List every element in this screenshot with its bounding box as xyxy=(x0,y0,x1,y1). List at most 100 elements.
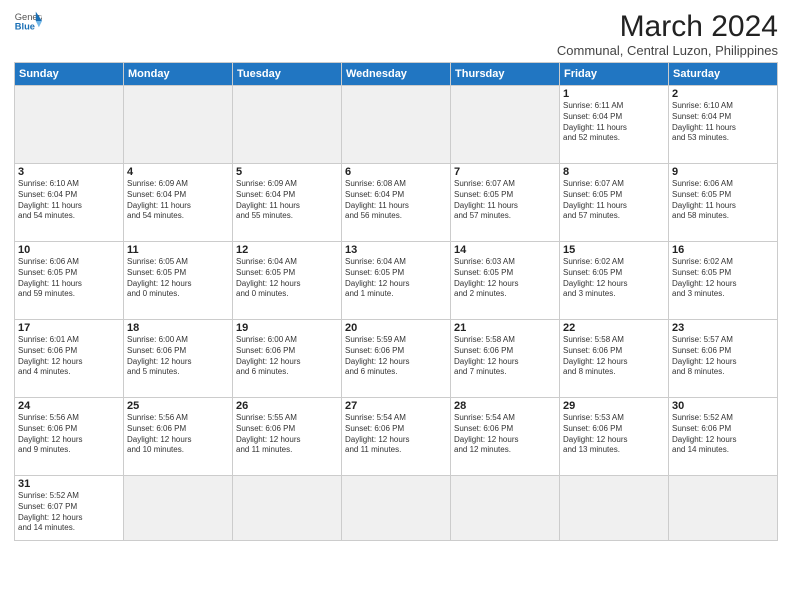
location: Communal, Central Luzon, Philippines xyxy=(557,43,778,58)
day-cell xyxy=(451,86,560,164)
header: General Blue March 2024 Communal, Centra… xyxy=(14,10,778,58)
day-info: Sunrise: 6:07 AM Sunset: 6:05 PM Dayligh… xyxy=(563,179,665,222)
calendar-table: SundayMondayTuesdayWednesdayThursdayFrid… xyxy=(14,62,778,541)
month-year: March 2024 xyxy=(557,10,778,43)
day-cell: 4Sunrise: 6:09 AM Sunset: 6:04 PM Daylig… xyxy=(124,164,233,242)
day-cell xyxy=(233,476,342,541)
day-cell: 30Sunrise: 5:52 AM Sunset: 6:06 PM Dayli… xyxy=(669,398,778,476)
generalblue-logo-icon: General Blue xyxy=(14,10,42,32)
day-cell: 7Sunrise: 6:07 AM Sunset: 6:05 PM Daylig… xyxy=(451,164,560,242)
day-cell: 19Sunrise: 6:00 AM Sunset: 6:06 PM Dayli… xyxy=(233,320,342,398)
calendar-page: General Blue March 2024 Communal, Centra… xyxy=(0,0,792,612)
day-info: Sunrise: 6:04 AM Sunset: 6:05 PM Dayligh… xyxy=(236,257,338,300)
day-cell: 14Sunrise: 6:03 AM Sunset: 6:05 PM Dayli… xyxy=(451,242,560,320)
day-info: Sunrise: 6:04 AM Sunset: 6:05 PM Dayligh… xyxy=(345,257,447,300)
day-info: Sunrise: 5:56 AM Sunset: 6:06 PM Dayligh… xyxy=(127,413,229,456)
day-info: Sunrise: 5:57 AM Sunset: 6:06 PM Dayligh… xyxy=(672,335,774,378)
day-number: 4 xyxy=(127,166,229,178)
day-number: 12 xyxy=(236,244,338,256)
day-cell xyxy=(124,476,233,541)
day-cell: 18Sunrise: 6:00 AM Sunset: 6:06 PM Dayli… xyxy=(124,320,233,398)
day-number: 15 xyxy=(563,244,665,256)
day-cell: 23Sunrise: 5:57 AM Sunset: 6:06 PM Dayli… xyxy=(669,320,778,398)
day-cell: 16Sunrise: 6:02 AM Sunset: 6:05 PM Dayli… xyxy=(669,242,778,320)
day-cell xyxy=(451,476,560,541)
day-info: Sunrise: 6:11 AM Sunset: 6:04 PM Dayligh… xyxy=(563,101,665,144)
day-info: Sunrise: 6:03 AM Sunset: 6:05 PM Dayligh… xyxy=(454,257,556,300)
day-number: 20 xyxy=(345,322,447,334)
logo: General Blue xyxy=(14,10,42,32)
day-number: 8 xyxy=(563,166,665,178)
day-cell: 3Sunrise: 6:10 AM Sunset: 6:04 PM Daylig… xyxy=(15,164,124,242)
day-info: Sunrise: 5:54 AM Sunset: 6:06 PM Dayligh… xyxy=(454,413,556,456)
day-info: Sunrise: 5:55 AM Sunset: 6:06 PM Dayligh… xyxy=(236,413,338,456)
day-number: 24 xyxy=(18,400,120,412)
day-cell xyxy=(342,86,451,164)
day-number: 13 xyxy=(345,244,447,256)
day-info: Sunrise: 6:09 AM Sunset: 6:04 PM Dayligh… xyxy=(127,179,229,222)
day-number: 1 xyxy=(563,88,665,100)
day-number: 9 xyxy=(672,166,774,178)
day-cell: 6Sunrise: 6:08 AM Sunset: 6:04 PM Daylig… xyxy=(342,164,451,242)
day-number: 23 xyxy=(672,322,774,334)
col-header-sunday: Sunday xyxy=(15,63,124,86)
day-number: 25 xyxy=(127,400,229,412)
day-number: 16 xyxy=(672,244,774,256)
day-cell: 12Sunrise: 6:04 AM Sunset: 6:05 PM Dayli… xyxy=(233,242,342,320)
day-cell: 10Sunrise: 6:06 AM Sunset: 6:05 PM Dayli… xyxy=(15,242,124,320)
day-cell: 11Sunrise: 6:05 AM Sunset: 6:05 PM Dayli… xyxy=(124,242,233,320)
week-row-3: 10Sunrise: 6:06 AM Sunset: 6:05 PM Dayli… xyxy=(15,242,778,320)
day-number: 19 xyxy=(236,322,338,334)
day-info: Sunrise: 6:05 AM Sunset: 6:05 PM Dayligh… xyxy=(127,257,229,300)
day-cell xyxy=(124,86,233,164)
day-info: Sunrise: 5:52 AM Sunset: 6:07 PM Dayligh… xyxy=(18,491,120,534)
day-cell: 26Sunrise: 5:55 AM Sunset: 6:06 PM Dayli… xyxy=(233,398,342,476)
header-row: SundayMondayTuesdayWednesdayThursdayFrid… xyxy=(15,63,778,86)
day-info: Sunrise: 5:58 AM Sunset: 6:06 PM Dayligh… xyxy=(563,335,665,378)
day-cell xyxy=(342,476,451,541)
day-cell: 9Sunrise: 6:06 AM Sunset: 6:05 PM Daylig… xyxy=(669,164,778,242)
day-info: Sunrise: 6:00 AM Sunset: 6:06 PM Dayligh… xyxy=(127,335,229,378)
day-info: Sunrise: 5:53 AM Sunset: 6:06 PM Dayligh… xyxy=(563,413,665,456)
day-cell xyxy=(669,476,778,541)
day-cell: 20Sunrise: 5:59 AM Sunset: 6:06 PM Dayli… xyxy=(342,320,451,398)
day-number: 18 xyxy=(127,322,229,334)
title-block: March 2024 Communal, Central Luzon, Phil… xyxy=(557,10,778,58)
day-number: 31 xyxy=(18,478,120,490)
day-number: 22 xyxy=(563,322,665,334)
day-number: 30 xyxy=(672,400,774,412)
col-header-monday: Monday xyxy=(124,63,233,86)
day-info: Sunrise: 6:02 AM Sunset: 6:05 PM Dayligh… xyxy=(672,257,774,300)
day-info: Sunrise: 6:06 AM Sunset: 6:05 PM Dayligh… xyxy=(672,179,774,222)
day-number: 7 xyxy=(454,166,556,178)
day-number: 21 xyxy=(454,322,556,334)
day-cell: 5Sunrise: 6:09 AM Sunset: 6:04 PM Daylig… xyxy=(233,164,342,242)
day-info: Sunrise: 5:58 AM Sunset: 6:06 PM Dayligh… xyxy=(454,335,556,378)
day-number: 27 xyxy=(345,400,447,412)
day-number: 17 xyxy=(18,322,120,334)
day-number: 11 xyxy=(127,244,229,256)
day-number: 6 xyxy=(345,166,447,178)
col-header-thursday: Thursday xyxy=(451,63,560,86)
day-number: 2 xyxy=(672,88,774,100)
day-cell: 2Sunrise: 6:10 AM Sunset: 6:04 PM Daylig… xyxy=(669,86,778,164)
day-number: 29 xyxy=(563,400,665,412)
day-cell: 31Sunrise: 5:52 AM Sunset: 6:07 PM Dayli… xyxy=(15,476,124,541)
col-header-tuesday: Tuesday xyxy=(233,63,342,86)
svg-text:Blue: Blue xyxy=(15,22,35,32)
day-cell xyxy=(560,476,669,541)
day-number: 26 xyxy=(236,400,338,412)
day-info: Sunrise: 5:54 AM Sunset: 6:06 PM Dayligh… xyxy=(345,413,447,456)
col-header-friday: Friday xyxy=(560,63,669,86)
day-number: 10 xyxy=(18,244,120,256)
day-cell: 25Sunrise: 5:56 AM Sunset: 6:06 PM Dayli… xyxy=(124,398,233,476)
week-row-2: 3Sunrise: 6:10 AM Sunset: 6:04 PM Daylig… xyxy=(15,164,778,242)
day-cell: 22Sunrise: 5:58 AM Sunset: 6:06 PM Dayli… xyxy=(560,320,669,398)
week-row-5: 24 Sunrise: 5:56 AM Sunset: 6:06 PM Dayli… xyxy=(15,398,778,476)
col-header-saturday: Saturday xyxy=(669,63,778,86)
day-cell: 13Sunrise: 6:04 AM Sunset: 6:05 PM Dayli… xyxy=(342,242,451,320)
col-header-wednesday: Wednesday xyxy=(342,63,451,86)
day-cell: 1Sunrise: 6:11 AM Sunset: 6:04 PM Daylig… xyxy=(560,86,669,164)
day-cell: 8Sunrise: 6:07 AM Sunset: 6:05 PM Daylig… xyxy=(560,164,669,242)
day-info: Sunrise: 5:59 AM Sunset: 6:06 PM Dayligh… xyxy=(345,335,447,378)
